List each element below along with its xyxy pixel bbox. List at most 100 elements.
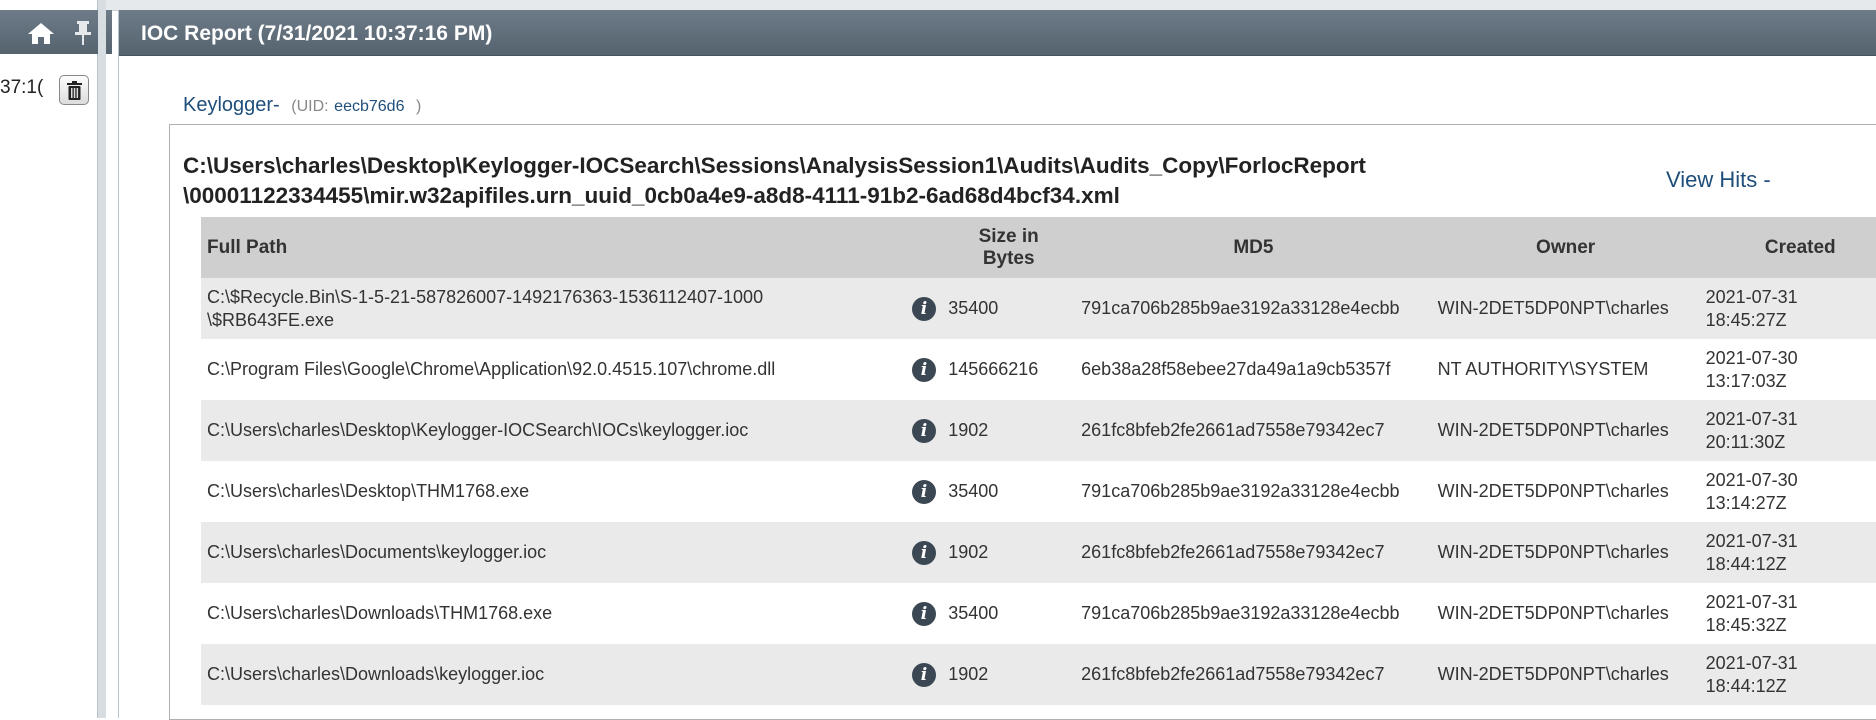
cell-created-date: 2021-07-31 xyxy=(1705,591,1798,612)
column-header-size-line1: Size in xyxy=(978,225,1039,247)
cell-created-time: 20:11:30Z xyxy=(1705,431,1786,452)
audit-file-path-line2: \00001122334455\mir.w32apifiles.urn_uuid… xyxy=(183,183,1120,208)
cell-created: 2021-07-30 13:17:03Z xyxy=(1699,339,1876,400)
cell-owner: WIN-2DET5DP0NPT\charles xyxy=(1431,583,1700,644)
audit-file-path-line1: C:\Users\charles\Desktop\Keylogger-IOCSe… xyxy=(183,153,1366,178)
column-header-md5[interactable]: MD5 xyxy=(1075,217,1432,278)
trash-icon xyxy=(67,81,82,100)
left-sidebar: 37:1( xyxy=(0,0,112,718)
cell-full-path: C:\Users\charles\Documents\keylogger.ioc xyxy=(201,522,906,583)
cell-owner: WIN-2DET5DP0NPT\charles xyxy=(1431,400,1700,461)
info-icon[interactable]: i xyxy=(911,662,936,687)
info-icon[interactable]: i xyxy=(911,601,936,626)
cell-owner: NT AUTHORITY\SYSTEM xyxy=(1431,339,1700,400)
column-header-size-line2: Bytes xyxy=(982,247,1035,269)
column-header-info xyxy=(905,217,943,278)
uid-close: ) xyxy=(416,98,422,115)
table-row[interactable]: C:\$Recycle.Bin\S-1-5-21-587826007-14921… xyxy=(201,278,1876,339)
column-header-full-path[interactable]: Full Path xyxy=(201,217,906,278)
cell-owner: WIN-2DET5DP0NPT\charles xyxy=(1431,644,1700,705)
cell-created-date: 2021-07-30 xyxy=(1705,469,1798,490)
cell-info[interactable]: i xyxy=(905,278,943,339)
cell-md5[interactable]: 791ca706b285b9ae3192a33128e4ecbb xyxy=(1075,278,1432,339)
cell-md5[interactable]: 791ca706b285b9ae3192a33128e4ecbb xyxy=(1075,461,1432,522)
cell-full-path-line2: \$RB643FE.exe xyxy=(207,309,335,330)
cell-size: 1902 xyxy=(942,400,1076,461)
cell-size: 35400 xyxy=(942,461,1076,522)
cell-md5[interactable]: 261fc8bfeb2fe2661ad7558e79342ec7 xyxy=(1075,522,1432,583)
cell-created-date: 2021-07-31 xyxy=(1705,286,1798,307)
cell-size: 145666216 xyxy=(942,339,1076,400)
cell-info[interactable]: i xyxy=(905,461,943,522)
audit-file-path: C:\Users\charles\Desktop\Keylogger-IOCSe… xyxy=(183,151,1483,211)
cell-full-path: C:\Users\charles\Downloads\keylogger.ioc xyxy=(201,644,906,705)
cell-info[interactable]: i xyxy=(905,644,943,705)
cell-created: 2021-07-31 18:45:27Z xyxy=(1699,278,1876,339)
cell-md5[interactable]: 261fc8bfeb2fe2661ad7558e79342ec7 xyxy=(1075,400,1432,461)
cell-full-path: C:\Program Files\Google\Chrome\Applicati… xyxy=(201,339,906,400)
cell-created: 2021-07-31 18:44:12Z xyxy=(1699,522,1876,583)
session-time-fragment: 37:1( xyxy=(0,77,44,98)
cell-size: 35400 xyxy=(942,278,1076,339)
table-row[interactable]: C:\Program Files\Google\Chrome\Applicati… xyxy=(201,339,1876,400)
cell-created: 2021-07-31 18:44:12Z xyxy=(1699,644,1876,705)
cell-created-date: 2021-07-31 xyxy=(1705,652,1798,673)
cell-full-path-line1: C:\$Recycle.Bin\S-1-5-21-587826007-14921… xyxy=(207,286,764,307)
cell-md5[interactable]: 261fc8bfeb2fe2661ad7558e79342ec7 xyxy=(1075,644,1432,705)
table-row[interactable]: C:\Users\charles\Downloads\keylogger.ioc… xyxy=(201,644,1876,705)
uid-label: (UID: xyxy=(291,98,329,115)
cell-created: 2021-07-31 18:45:32Z xyxy=(1699,583,1876,644)
cell-created-time: 18:44:12Z xyxy=(1705,675,1787,696)
cell-created-time: 18:45:32Z xyxy=(1705,614,1787,635)
uid-value: eecb76d6 xyxy=(334,98,405,115)
table-row[interactable]: C:\Users\charles\Documents\keylogger.ioc… xyxy=(201,522,1876,583)
cell-created-time: 13:17:03Z xyxy=(1705,370,1787,391)
cell-created-date: 2021-07-31 xyxy=(1705,530,1798,551)
results-box: C:\Users\charles\Desktop\Keylogger-IOCSe… xyxy=(169,124,1876,720)
cell-full-path: C:\$Recycle.Bin\S-1-5-21-587826007-14921… xyxy=(201,278,906,339)
hits-table: Full Path Size in Bytes MD5 Owner Create… xyxy=(201,217,1876,705)
pin-icon[interactable] xyxy=(74,20,92,46)
cell-created-time: 18:44:12Z xyxy=(1705,553,1787,574)
cell-created-time: 13:14:27Z xyxy=(1705,492,1787,513)
view-hits-link[interactable]: View Hits - xyxy=(1666,167,1771,193)
report-title: IOC Report (7/31/2021 10:37:16 PM) xyxy=(141,22,493,45)
ioc-report-panel: IOC Report (7/31/2021 10:37:16 PM) Keylo… xyxy=(118,10,1876,720)
table-row[interactable]: C:\Users\charles\Downloads\THM1768.exe i… xyxy=(201,583,1876,644)
cell-created-date: 2021-07-30 xyxy=(1705,347,1798,368)
info-icon[interactable]: i xyxy=(911,540,936,565)
delete-button[interactable] xyxy=(59,75,89,105)
cell-full-path: C:\Users\charles\Desktop\THM1768.exe xyxy=(201,461,906,522)
home-icon[interactable] xyxy=(26,21,56,45)
cell-md5[interactable]: 6eb38a28f58ebee27da49a1a9cb5357f xyxy=(1075,339,1432,400)
info-icon[interactable]: i xyxy=(911,479,936,504)
ioc-name-link[interactable]: Keylogger- xyxy=(183,94,280,116)
cell-info[interactable]: i xyxy=(905,583,943,644)
table-row[interactable]: C:\Users\charles\Desktop\Keylogger-IOCSe… xyxy=(201,400,1876,461)
cell-full-path: C:\Users\charles\Desktop\Keylogger-IOCSe… xyxy=(201,400,906,461)
cell-created: 2021-07-30 13:14:27Z xyxy=(1699,461,1876,522)
cell-created: 2021-07-31 20:11:30Z xyxy=(1699,400,1876,461)
info-icon[interactable]: i xyxy=(911,418,936,443)
cell-size: 1902 xyxy=(942,522,1076,583)
cell-info[interactable]: i xyxy=(905,339,943,400)
column-header-size[interactable]: Size in Bytes xyxy=(942,217,1076,278)
ioc-name-row: Keylogger- (UID: eecb76d6 ) xyxy=(183,94,421,117)
cell-md5[interactable]: 791ca706b285b9ae3192a33128e4ecbb xyxy=(1075,583,1432,644)
info-icon[interactable]: i xyxy=(911,296,936,321)
column-header-owner[interactable]: Owner xyxy=(1431,217,1700,278)
cell-info[interactable]: i xyxy=(905,522,943,583)
column-header-created[interactable]: Created xyxy=(1699,217,1876,278)
cell-info[interactable]: i xyxy=(905,400,943,461)
cell-owner: WIN-2DET5DP0NPT\charles xyxy=(1431,522,1700,583)
cell-size: 35400 xyxy=(942,583,1076,644)
panel-splitter[interactable] xyxy=(98,0,106,718)
cell-full-path: C:\Users\charles\Downloads\THM1768.exe xyxy=(201,583,906,644)
cell-created-time: 18:45:27Z xyxy=(1705,309,1787,330)
report-header: IOC Report (7/31/2021 10:37:16 PM) xyxy=(119,10,1876,56)
left-sidebar-header xyxy=(0,10,112,54)
table-header-row: Full Path Size in Bytes MD5 Owner Create… xyxy=(201,217,1876,278)
info-icon[interactable]: i xyxy=(911,357,936,382)
table-row[interactable]: C:\Users\charles\Desktop\THM1768.exe i 3… xyxy=(201,461,1876,522)
cell-size: 1902 xyxy=(942,644,1076,705)
